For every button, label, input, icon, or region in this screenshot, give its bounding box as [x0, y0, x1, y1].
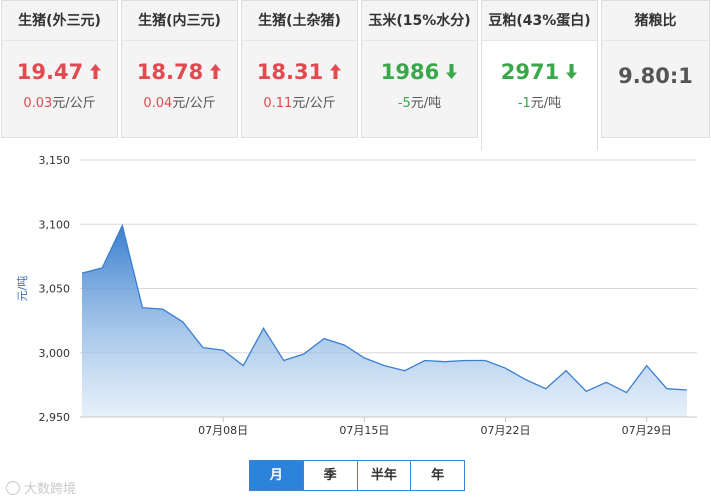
card-title: 生猪(土杂猪): [242, 1, 357, 41]
card-pig-outer[interactable]: 生猪(外三元) 19.47 0.03元/公斤: [1, 0, 118, 138]
x-tick-label: 07月08日: [198, 424, 248, 437]
logo-icon: [6, 480, 20, 495]
card-price: 18.31: [242, 59, 357, 86]
y-tick-label: 3,150: [39, 154, 71, 167]
y-tick-label: 3,000: [39, 347, 71, 360]
x-tick-label: 07月15日: [339, 424, 389, 437]
range-tabs: 月 季 半年 年: [249, 460, 465, 491]
card-pig-inner[interactable]: 生猪(内三元) 18.78 0.04元/公斤: [121, 0, 238, 138]
y-tick-label: 3,100: [39, 218, 71, 231]
card-change: 0.11元/公斤: [263, 96, 336, 111]
card-title: 玉米(15%水分): [362, 1, 477, 41]
card-change: -5元/吨: [397, 96, 442, 111]
card-title: 生猪(外三元): [2, 1, 117, 41]
arrow-down-icon: [565, 60, 578, 86]
card-price: 1986: [362, 59, 477, 86]
card-soymeal[interactable]: 豆粕(43%蛋白) 2971 -1元/吨: [481, 0, 598, 150]
price-chart: 2,950 3,000 3,050 3,100 3,150 元/吨 07月08日 07月15日…: [0, 150, 711, 450]
card-pig-grain-ratio[interactable]: 猪粮比 9.80:1: [601, 0, 710, 138]
card-title: 生猪(内三元): [122, 1, 237, 41]
card-price: 19.47: [2, 59, 117, 86]
card-price: 18.78: [122, 59, 237, 86]
card-corn[interactable]: 玉米(15%水分) 1986 -5元/吨: [361, 0, 478, 138]
arrow-down-icon: [445, 60, 458, 86]
watermark-text: 大数跨境: [24, 482, 77, 497]
tab-month[interactable]: 月: [250, 461, 304, 490]
area-fill: [82, 225, 687, 417]
y-tick-label: 2,950: [39, 411, 71, 424]
card-title: 豆粕(43%蛋白): [482, 1, 597, 41]
card-title: 猪粮比: [602, 1, 709, 41]
card-change: -1元/吨: [517, 96, 562, 111]
tab-half-year[interactable]: 半年: [357, 461, 412, 490]
arrow-up-icon: [209, 60, 222, 86]
card-pig-local[interactable]: 生猪(土杂猪) 18.31 0.11元/公斤: [241, 0, 358, 138]
arrow-up-icon: [329, 60, 342, 86]
x-tick-label: 07月29日: [622, 424, 672, 437]
tab-year[interactable]: 年: [411, 461, 464, 490]
tab-quarter[interactable]: 季: [303, 461, 358, 490]
card-price: 9.80:1: [618, 64, 693, 88]
y-tick-label: 3,050: [39, 283, 71, 296]
x-tick-label: 07月22日: [481, 424, 531, 437]
arrow-up-icon: [89, 60, 102, 86]
chart-svg: 2,950 3,000 3,050 3,100 3,150 元/吨 07月08日 07月15日…: [16, 154, 697, 437]
card-change: 0.04元/公斤: [143, 96, 216, 111]
y-axis-label: 元/吨: [16, 276, 29, 302]
price-cards: 生猪(外三元) 19.47 0.03元/公斤 生猪(内三元) 18.78 0.0…: [0, 0, 711, 150]
card-change: 0.03元/公斤: [23, 96, 96, 111]
card-price: 2971: [482, 59, 597, 86]
watermark: 大数跨境: [6, 478, 76, 497]
